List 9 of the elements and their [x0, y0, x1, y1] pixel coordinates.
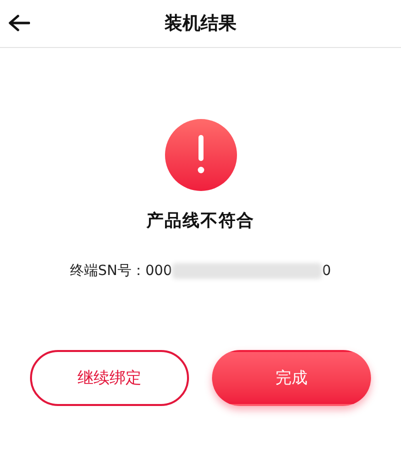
continue-button[interactable]: 继续绑定 [30, 350, 189, 406]
sn-suffix: 0 [322, 262, 331, 280]
alert-icon [164, 119, 236, 191]
result-message: 产品线不符合 [146, 210, 254, 233]
sn-prefix: 000 [145, 262, 172, 280]
back-icon[interactable] [8, 14, 30, 32]
sn-label: 终端SN号： [70, 262, 146, 280]
page-title: 装机结果 [164, 12, 236, 36]
done-button[interactable]: 完成 [212, 350, 371, 406]
